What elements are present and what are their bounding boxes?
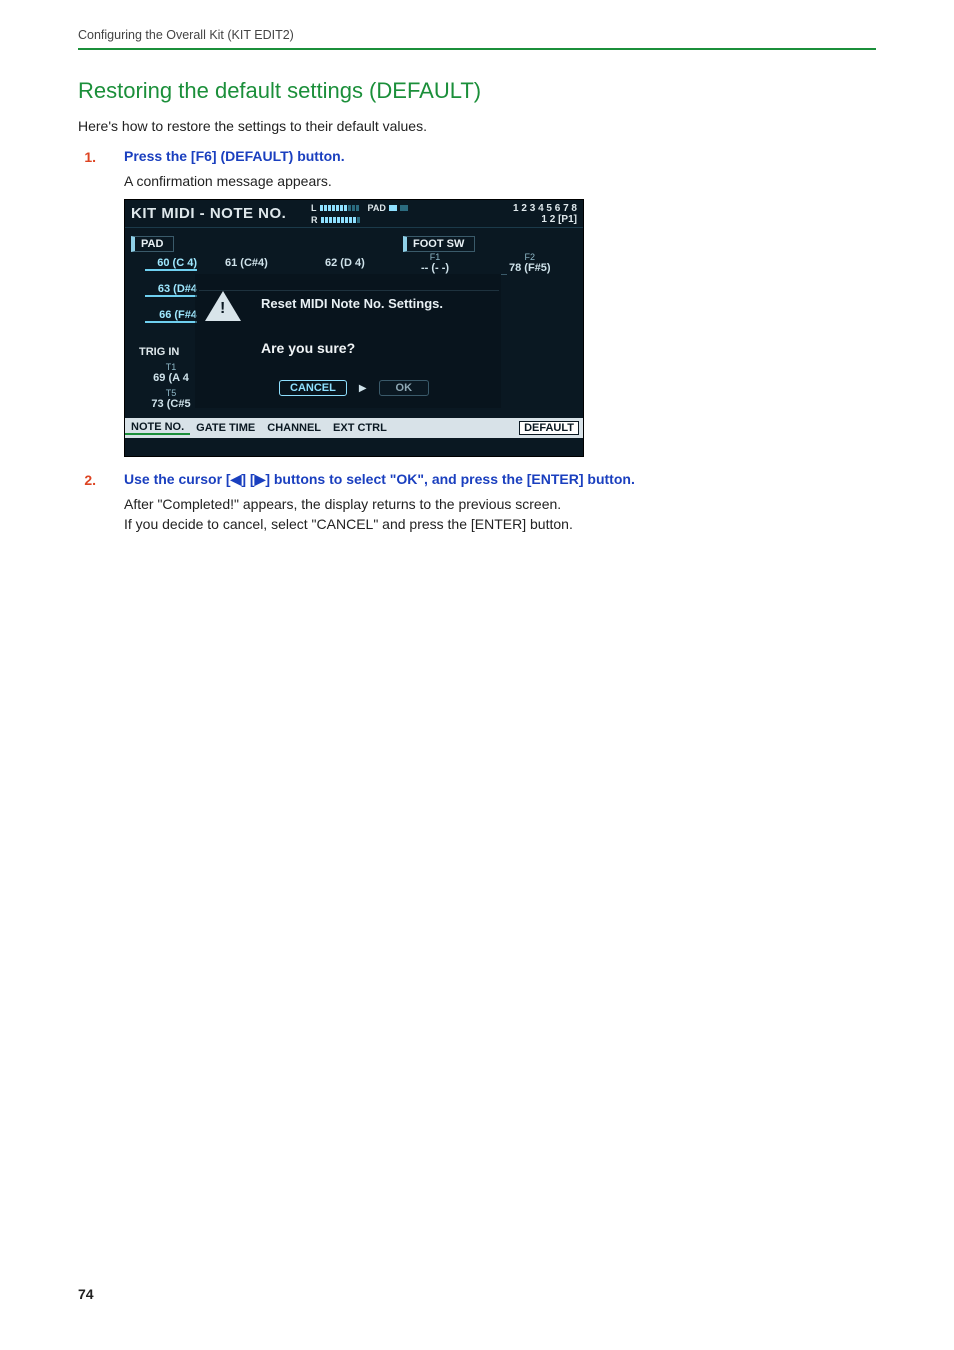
tab-pad[interactable]: PAD: [131, 236, 174, 252]
meter-l-label: L: [311, 203, 317, 213]
meter-r-bar: [321, 217, 360, 223]
footer-tab-channel[interactable]: CHANNEL: [261, 422, 327, 434]
confirm-dialog: Reset MIDI Note No. Settings. Are you su…: [205, 288, 501, 408]
level-meters: L PAD R: [311, 203, 505, 225]
page-number: 74: [78, 1286, 94, 1302]
running-head: Configuring the Overall Kit (KIT EDIT2): [78, 28, 876, 48]
cell-60[interactable]: 60 (C 4): [145, 258, 197, 271]
step-1: 1. Press the [F6] (DEFAULT) button.: [78, 148, 876, 165]
cell-t1[interactable]: T169 (A 4: [145, 362, 197, 384]
header-rule: [78, 48, 876, 50]
arrow-right-icon: ▶: [359, 383, 367, 394]
step-number: 2.: [78, 471, 96, 488]
step-2: 2. Use the cursor [◀] [▶] buttons to sel…: [78, 471, 876, 488]
dialog-message: Reset MIDI Note No. Settings.: [261, 296, 443, 311]
cell-61[interactable]: 61 (C#4): [225, 258, 268, 269]
tab-footsw[interactable]: FOOT SW: [403, 236, 475, 252]
step-2-body-1: After "Completed!" appears, the display …: [124, 496, 876, 512]
step-2-body-2: If you decide to cancel, select "CANCEL"…: [124, 516, 876, 532]
footer-tab-noteno[interactable]: NOTE NO.: [125, 421, 190, 435]
screen-header: KIT MIDI - NOTE NO. L PAD R 1 2 3 4 5 6 …: [125, 200, 583, 228]
device-screen: KIT MIDI - NOTE NO. L PAD R 1 2 3 4 5 6 …: [124, 199, 584, 457]
warning-icon: [205, 291, 241, 323]
step-1-body: A confirmation message appears.: [124, 173, 876, 189]
cell-66[interactable]: 66 (F#4: [145, 310, 197, 323]
cancel-button[interactable]: CANCEL: [279, 380, 347, 396]
meter-l-bar: [320, 205, 359, 211]
meter-r-label: R: [311, 215, 318, 225]
cell-62[interactable]: 62 (D 4): [325, 258, 365, 269]
divider: [501, 274, 507, 275]
screen-title: KIT MIDI - NOTE NO.: [131, 205, 311, 222]
step-number: 1.: [78, 148, 96, 165]
footer-tab-gatetime[interactable]: GATE TIME: [190, 422, 261, 434]
cell-t5[interactable]: T573 (C#5: [145, 388, 197, 410]
cell-63[interactable]: 63 (D#4: [145, 284, 197, 297]
slot-indicator: 1 2 3 4 5 6 7 8 1 2 [P1]: [505, 203, 577, 225]
screen-footer: NOTE NO. GATE TIME CHANNEL EXT CTRL DEFA…: [125, 418, 583, 438]
intro-text: Here's how to restore the settings to th…: [78, 118, 876, 134]
section-title: Restoring the default settings (DEFAULT): [78, 78, 876, 104]
device-screenshot: KIT MIDI - NOTE NO. L PAD R 1 2 3 4 5 6 …: [124, 199, 876, 457]
step-instruction: Use the cursor [◀] [▶] buttons to select…: [124, 471, 635, 488]
footer-default-button[interactable]: DEFAULT: [519, 421, 579, 435]
pad-led-icon: [400, 205, 408, 211]
cell-f2[interactable]: F278 (F#5): [509, 252, 551, 274]
step-instruction: Press the [F6] (DEFAULT) button.: [124, 148, 345, 164]
cell-f1[interactable]: F1-- (- -): [421, 252, 449, 274]
trig-in-label: TRIG IN: [139, 346, 179, 358]
pad-led-icon: [389, 205, 397, 211]
pad-label: PAD: [368, 203, 386, 213]
screen-body: PAD FOOT SW 60 (C 4) 61 (C#4) 62 (D 4) F…: [125, 228, 583, 438]
ok-button[interactable]: OK: [379, 380, 430, 396]
footer-tab-extctrl[interactable]: EXT CTRL: [327, 422, 393, 434]
dialog-question: Are you sure?: [261, 340, 355, 356]
